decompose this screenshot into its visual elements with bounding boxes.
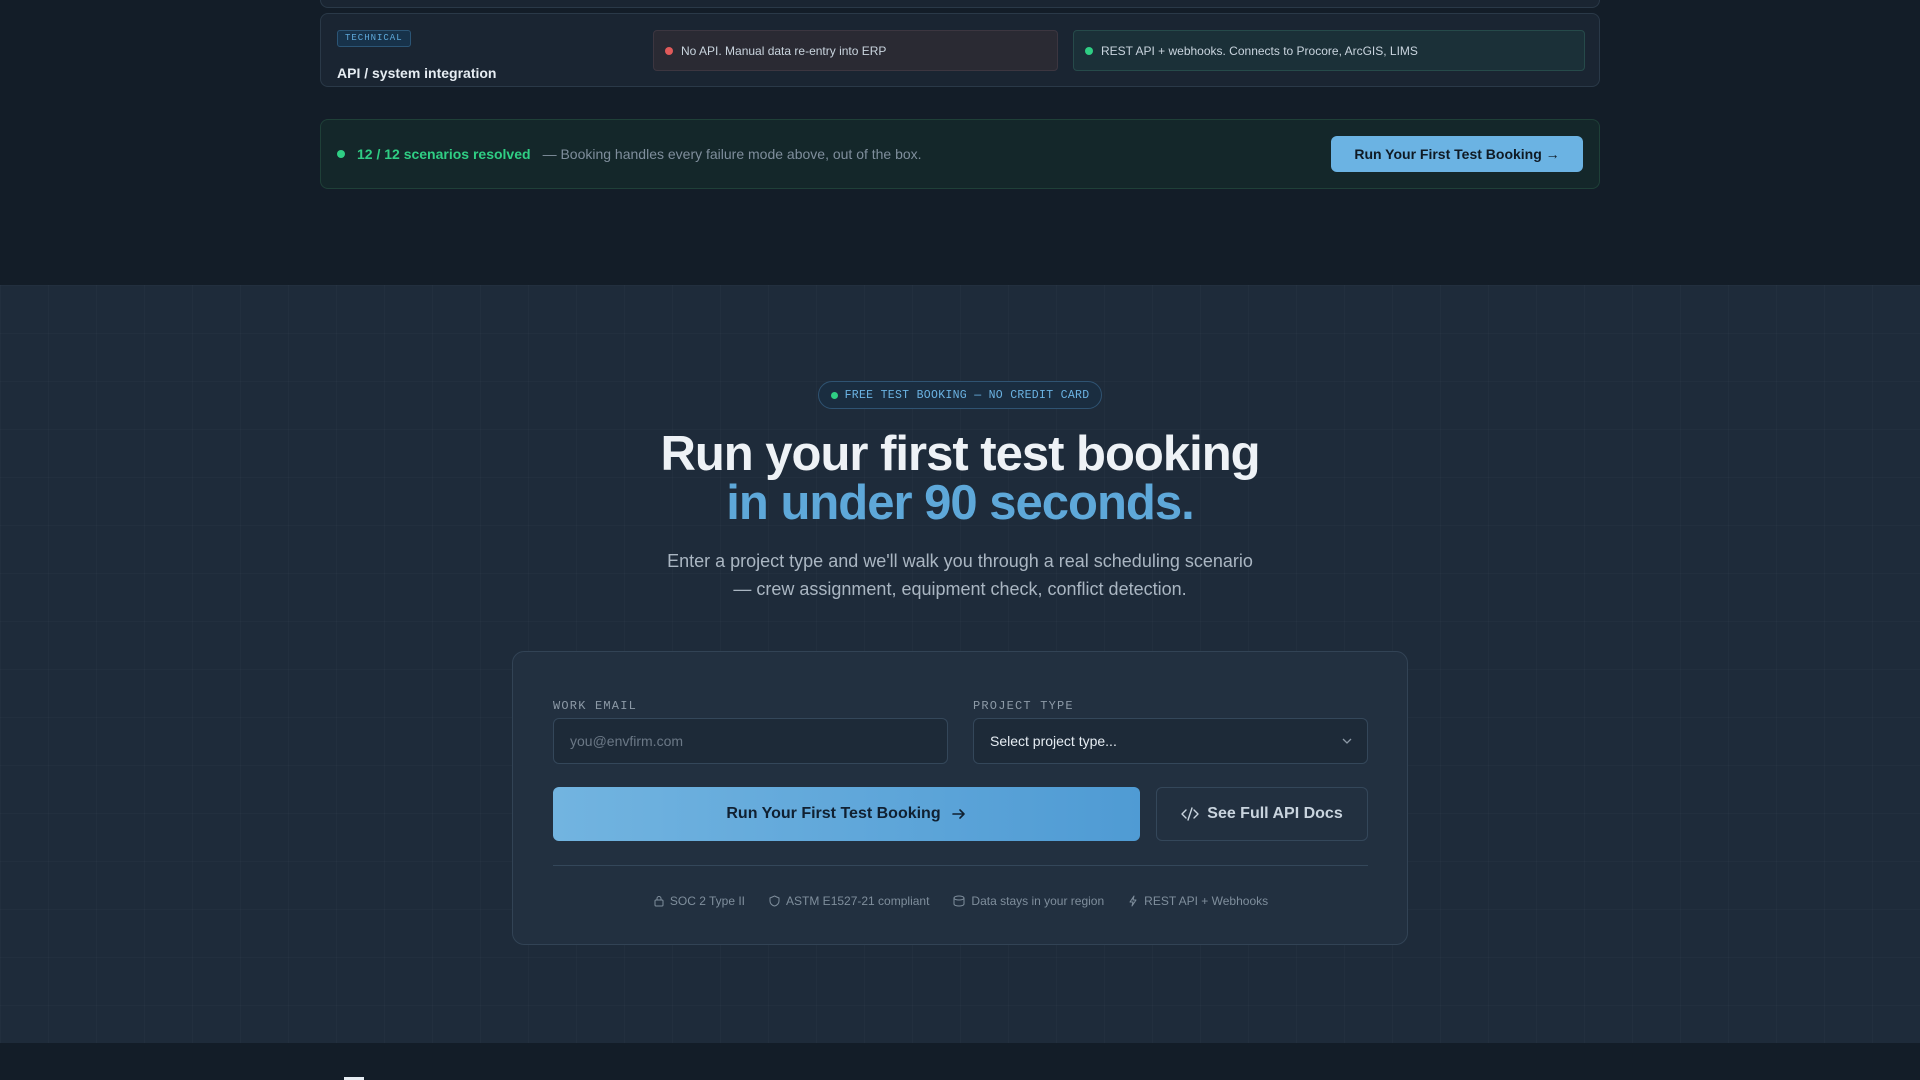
- run-test-booking-button-top[interactable]: Run Your First Test Booking →: [1331, 136, 1583, 172]
- row-title: API / system integration: [337, 65, 497, 81]
- with-text: REST API + webhooks. Connects to Procore…: [1101, 43, 1418, 58]
- trust-badge-label: REST API + Webhooks: [1144, 894, 1269, 908]
- red-status-dot-icon: [665, 46, 673, 55]
- email-label: WORK EMAIL: [553, 699, 638, 713]
- trust-badge-label: Data stays in your region: [971, 894, 1105, 908]
- database-icon: [953, 895, 965, 907]
- without-cell: No API. Manual data re-entry into ERP: [653, 30, 1058, 71]
- resolved-detail: — Booking handles every failure mode abo…: [542, 146, 922, 162]
- trust-badges: SOC 2 Type II ASTM E1527-21 compliant Da…: [513, 894, 1409, 908]
- comparison-row-api: TECHNICAL API / system integration No AP…: [320, 13, 1600, 87]
- trust-badge-region: Data stays in your region: [953, 894, 1104, 908]
- trust-badge-soc2: SOC 2 Type II: [654, 894, 745, 908]
- lock-icon: [654, 896, 664, 907]
- run-test-booking-button[interactable]: Run Your First Test Booking: [553, 787, 1140, 841]
- trust-badge-label: SOC 2 Type II: [669, 894, 746, 908]
- api-docs-button[interactable]: See Full API Docs: [1156, 787, 1368, 841]
- code-icon: [1181, 807, 1199, 821]
- scenarios-resolved-bar: 12 / 12 scenarios resolved — Booking han…: [320, 119, 1600, 189]
- form-divider: [553, 865, 1368, 866]
- headline-line-2: in under 90 seconds.: [726, 476, 1194, 530]
- pill-text: FREE TEST BOOKING — NO CREDIT CARD: [844, 388, 1090, 402]
- trust-badge-astm: ASTM E1527-21 compliant: [769, 894, 929, 908]
- green-status-dot-icon: [1085, 46, 1093, 55]
- shield-icon: [769, 895, 780, 907]
- green-status-dot-icon: [830, 391, 838, 399]
- project-type-label: PROJECT TYPE: [973, 699, 1074, 713]
- cta-section: FREE TEST BOOKING — NO CREDIT CARD Run y…: [0, 285, 1920, 1043]
- footer: [0, 1043, 1920, 1080]
- booking-form-card: WORK EMAIL PROJECT TYPE Select project t…: [512, 651, 1408, 945]
- free-booking-pill: FREE TEST BOOKING — NO CREDIT CARD: [818, 381, 1102, 409]
- comparison-section: TECHNICAL API / system integration No AP…: [0, 0, 1920, 285]
- chevron-down-icon: [1342, 738, 1352, 744]
- subtitle: Enter a project type and we'll walk you …: [667, 551, 1253, 599]
- page-title: Run your first test booking in under 90 …: [0, 430, 1920, 528]
- primary-button-label: Run Your First Test Booking: [726, 805, 941, 822]
- lightning-icon: [1129, 895, 1137, 907]
- secondary-button-label: See Full API Docs: [1207, 805, 1343, 822]
- resolved-count: 12 / 12 scenarios resolved: [357, 146, 531, 162]
- arrow-right-icon: [951, 809, 965, 819]
- category-badge: TECHNICAL: [337, 30, 411, 47]
- email-field[interactable]: [553, 718, 948, 764]
- trust-badge-label: ASTM E1527-21 compliant: [786, 894, 930, 908]
- project-type-select[interactable]: Select project type...: [973, 718, 1368, 764]
- headline-line-1: Run your first test booking: [660, 427, 1260, 481]
- green-status-dot-icon: [337, 150, 345, 158]
- without-text: No API. Manual data re-entry into ERP: [681, 43, 887, 58]
- trust-badge-api: REST API + Webhooks: [1128, 894, 1268, 908]
- previous-row-edge: [320, 0, 1600, 8]
- with-cell: REST API + webhooks. Connects to Procore…: [1073, 30, 1585, 71]
- project-type-value: Select project type...: [990, 733, 1117, 749]
